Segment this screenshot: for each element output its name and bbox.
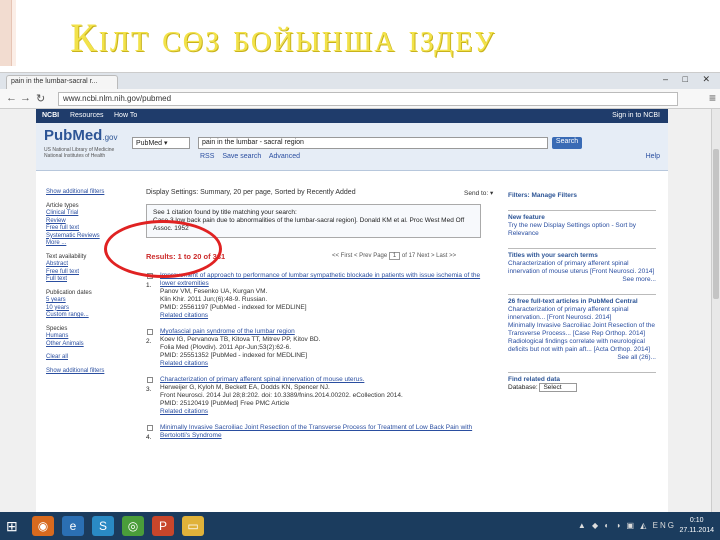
highlight-circle — [104, 220, 222, 278]
rss-link[interactable]: RSS — [200, 153, 214, 160]
pubmed-logo[interactable]: PubMed.gov — [44, 127, 117, 144]
slide-title: Кілт сөз бойынша іздеу — [70, 15, 497, 60]
result-checkbox[interactable] — [147, 425, 153, 431]
result-checkbox[interactable] — [147, 377, 153, 383]
tab-bar: pain in the lumbar-sacral r... – □ ✕ — [0, 73, 720, 89]
start-icon[interactable]: ⊞ — [6, 518, 18, 535]
ncbi-bar: NCBI Resources How To Sign in to NCBI — [36, 109, 668, 123]
search-input[interactable]: pain in the lumbar - sacral region — [198, 137, 548, 149]
scroll-thumb[interactable] — [713, 149, 719, 299]
window-controls[interactable]: – □ ✕ — [663, 74, 716, 85]
firefox-icon[interactable]: ◉ — [32, 516, 54, 536]
result-title[interactable]: Myofascial pain syndrome of the lumbar r… — [160, 328, 494, 336]
forward-icon[interactable]: → — [20, 92, 31, 104]
result-item: 3. Characterization of primary afferent … — [146, 376, 494, 416]
pubmed-subtitle: US National Library of Medicine National… — [44, 147, 115, 159]
save-search-link[interactable]: Save search — [222, 153, 261, 160]
free-articles-box: 26 free full-text articles in PubMed Cen… — [508, 294, 656, 362]
right-sidebar: Filters: Manage Filters New feature Try … — [508, 189, 656, 402]
system-tray[interactable]: ▲ ◆ ◐ ◑ ▣ ◭ ENG — [578, 521, 676, 530]
titles-box: Titles with your search terms Characteri… — [508, 248, 656, 284]
send-to-menu[interactable]: Send to: ▾ — [464, 189, 493, 197]
species-group: Species Humans Other Animals — [46, 325, 84, 347]
ncbi-logo[interactable]: NCBI — [42, 112, 59, 119]
slide-accent-bar — [0, 0, 12, 66]
search-button[interactable]: Search — [552, 137, 582, 149]
related-citations-link[interactable]: Related citations — [160, 360, 494, 368]
filters-box: Filters: Manage Filters — [508, 189, 656, 200]
powerpoint-icon[interactable]: P — [152, 516, 174, 536]
related-citations-link[interactable]: Related citations — [160, 312, 494, 320]
search-sub-links: RSS Save search Advanced — [200, 153, 306, 160]
resources-menu[interactable]: Resources — [70, 112, 103, 119]
reload-icon[interactable]: ↻ — [36, 92, 45, 105]
page-number-input[interactable]: 1 — [388, 252, 401, 260]
pubmed-page: NCBI Resources How To Sign in to NCBI Pu… — [36, 109, 668, 513]
vertical-scrollbar[interactable] — [711, 109, 720, 513]
new-feature-box: New feature Try the new Display Settings… — [508, 210, 656, 238]
url-field[interactable]: www.ncbi.nlm.nih.gov/pubmed — [58, 92, 678, 106]
advanced-link[interactable]: Advanced — [269, 153, 300, 160]
pub-dates-group: Publication dates 5 years 10 years Custo… — [46, 289, 92, 319]
menu-icon[interactable]: ≡ — [709, 91, 716, 105]
slide-accent-bar-light — [12, 0, 16, 66]
left-filters: Show additional filters Article types Cl… — [46, 189, 126, 375]
result-title[interactable]: Characterization of primary afferent spi… — [160, 376, 494, 384]
show-filters-link[interactable]: Show additional filters — [46, 189, 126, 197]
browser-tab[interactable]: pain in the lumbar-sacral r... — [6, 75, 118, 89]
howto-menu[interactable]: How To — [114, 112, 137, 119]
result-checkbox[interactable] — [147, 329, 153, 335]
result-title[interactable]: Improvement of approach to performance o… — [160, 272, 494, 288]
back-icon[interactable]: ← — [6, 92, 17, 104]
result-item: 2. Myofascial pain syndrome of the lumba… — [146, 328, 494, 368]
result-item: 1. Improvement of approach to performanc… — [146, 272, 494, 320]
related-data-box: Find related data Database: Select — [508, 372, 656, 392]
taskbar: ⊞ ◉ e S ◎ P ▭ ▲ ◆ ◐ ◑ ▣ ◭ ENG 0:10 27.11.… — [0, 512, 720, 540]
pubmed-header: PubMed.gov US National Library of Medici… — [36, 123, 668, 171]
show-additional-link[interactable]: Show additional filters — [46, 368, 126, 376]
manage-filters-link[interactable]: Filters: Manage Filters — [508, 192, 656, 200]
related-citations-link[interactable]: Related citations — [160, 408, 494, 416]
database-select[interactable]: PubMed ▾ — [132, 137, 190, 149]
help-link[interactable]: Help — [646, 153, 660, 160]
signin-link[interactable]: Sign in to NCBI — [612, 112, 660, 119]
browser-window: pain in the lumbar-sacral r... – □ ✕ ← →… — [0, 72, 720, 513]
chrome-icon[interactable]: ◎ — [122, 516, 144, 536]
pager: << First < Prev Page 1 of 17 Next > Last… — [332, 252, 457, 260]
folder-icon[interactable]: ▭ — [182, 516, 204, 536]
explorer-icon[interactable]: e — [62, 516, 84, 536]
display-settings[interactable]: Display Settings: Summary, 20 per page, … — [146, 189, 494, 196]
clear-all-link[interactable]: Clear all — [46, 354, 126, 362]
result-item: 4. Minimally Invasive Sacroiliac Joint R… — [146, 424, 494, 441]
address-bar: ← → ↻ www.ncbi.nlm.nih.gov/pubmed ≡ — [0, 89, 720, 109]
database-dropdown[interactable]: Select — [539, 383, 577, 392]
result-title[interactable]: Minimally Invasive Sacroiliac Joint Rese… — [160, 424, 494, 440]
skype-icon[interactable]: S — [92, 516, 114, 536]
clock[interactable]: 0:10 27.11.2014 — [679, 516, 714, 536]
